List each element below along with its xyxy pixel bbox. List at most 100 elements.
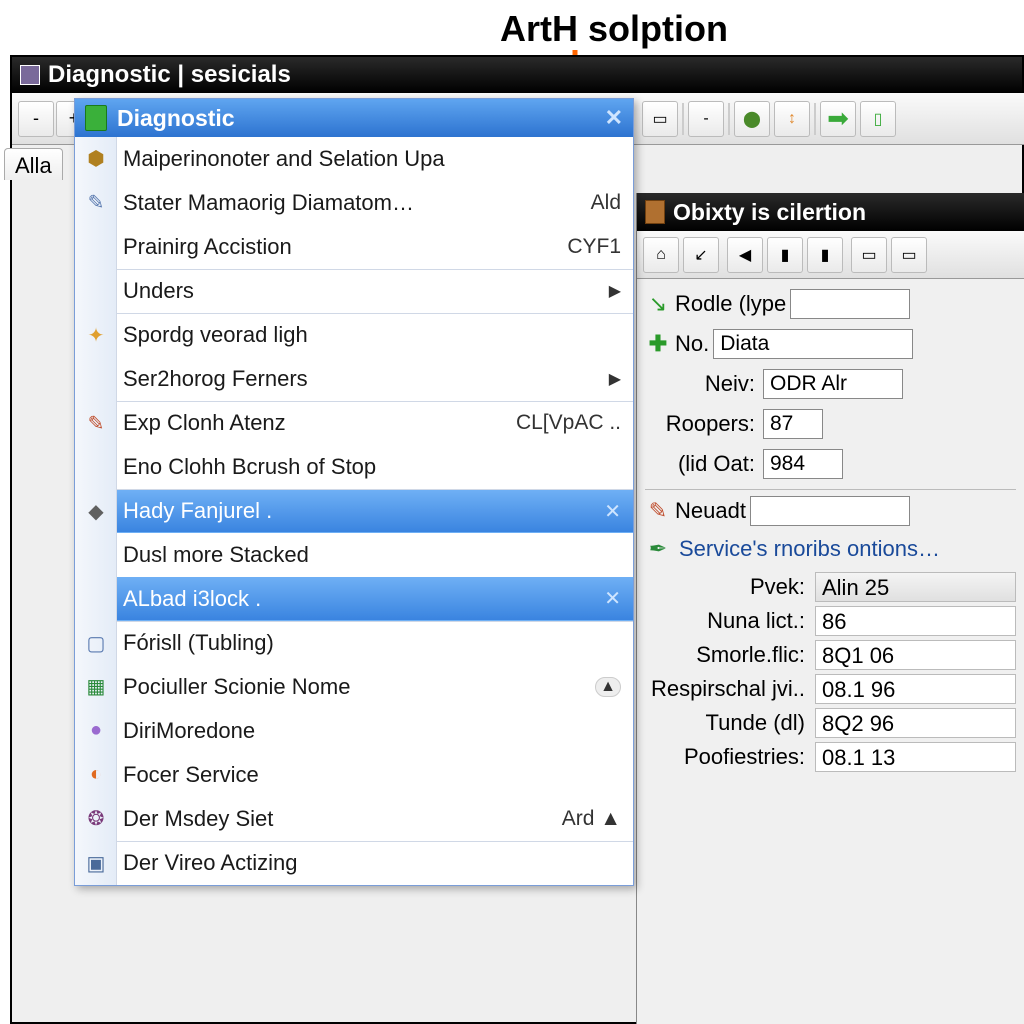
- menu-item-label: Der Vireo Actizing: [117, 850, 621, 876]
- menu-item[interactable]: ⬢Maiperinonoter and Selation Upa: [117, 137, 633, 181]
- ildoat-label: (lid Oat:: [645, 451, 755, 477]
- right-panel-title-bar: Obixty is cilertion: [637, 193, 1024, 231]
- grid-label: Smorle.flic:: [645, 642, 805, 668]
- grid-row: Smorle.flic: 8Q1 06: [645, 640, 1016, 670]
- grid-label: Poofiestries:: [645, 744, 805, 770]
- grid-label: Tunde (dl): [645, 710, 805, 736]
- rp-tool-button[interactable]: ▭: [851, 237, 887, 273]
- toolbar-separator: [682, 103, 684, 135]
- menu-item[interactable]: ▦Pociuller Scionie Nome▲: [117, 665, 633, 709]
- menu-item[interactable]: Ser2horog Ferners▶: [117, 357, 633, 401]
- rp-tool-button[interactable]: ↙: [683, 237, 719, 273]
- diamond-icon: ◆: [75, 490, 117, 532]
- pencil-icon: ✎: [75, 402, 117, 444]
- edit-icon[interactable]: ✎: [645, 498, 671, 524]
- menu-item[interactable]: ✦Spordg veorad ligh: [117, 313, 633, 357]
- toolbar-button[interactable]: -: [18, 101, 54, 137]
- grid-value[interactable]: Alin 25: [815, 572, 1016, 602]
- neiv-input[interactable]: [763, 369, 903, 399]
- menu-item-label: Pociuller Scionie Nome: [117, 674, 595, 700]
- grid-value[interactable]: 8Q1 06: [815, 640, 1016, 670]
- menu-item[interactable]: ALbad i3lock .✕: [117, 577, 633, 621]
- blank-icon: [75, 270, 117, 312]
- menu-item-label: Fórisll (Tubling): [117, 630, 621, 656]
- menu-item[interactable]: ✎Stater Mamaorig Diamatom…Ald: [117, 181, 633, 225]
- menu-item-label: Eno Clohh Bcrush of Stop: [117, 454, 621, 480]
- main-toolbar-right: ▭ - ⬤ ↕ ➡ ▯: [636, 93, 1024, 145]
- menu-item-label: Stater Mamaorig Diamatom…: [117, 190, 583, 216]
- rp-tool-button[interactable]: ▮: [807, 237, 843, 273]
- toolbar-button[interactable]: ▭: [642, 101, 678, 137]
- ball-icon: ●: [75, 709, 117, 752]
- wand-icon: ✎: [75, 181, 117, 224]
- star-icon: ✦: [75, 314, 117, 356]
- firefox-icon: ◐: [75, 753, 117, 796]
- menu-item-label: Maiperinonoter and Selation Upa: [117, 146, 621, 172]
- menu-item-label: Hady Fanjurel .: [117, 498, 604, 524]
- toolbar-button[interactable]: -: [688, 101, 724, 137]
- grid-value[interactable]: 08.1 96: [815, 674, 1016, 704]
- grid-label: Nuna lict.:: [645, 608, 805, 634]
- menu-item-label: Dusl more Stacked: [117, 542, 621, 568]
- menu-item[interactable]: ❂Der Msdey SietArd ▲: [117, 797, 633, 841]
- menu-item[interactable]: Eno Clohh Bcrush of Stop: [117, 445, 633, 489]
- menu-item-label: DiriMoredone: [117, 718, 621, 744]
- square-icon: ▢: [75, 622, 117, 664]
- grid-label: Respirschal jvi..: [645, 676, 805, 702]
- service-options-link[interactable]: Service's rnoribs ontions…: [679, 536, 940, 562]
- menu-shortcut: Ald: [583, 191, 621, 215]
- menu-item-label: Spordg veorad ligh: [117, 322, 621, 348]
- blank-icon: [75, 225, 117, 268]
- menu-item[interactable]: Dusl more Stacked: [117, 533, 633, 577]
- menu-item-label: Exp Clonh Atenz: [117, 410, 508, 436]
- plus-icon[interactable]: ✚: [645, 331, 671, 357]
- close-icon[interactable]: ✕: [604, 499, 621, 524]
- toolbar-button[interactable]: ⬤: [734, 101, 770, 137]
- right-panel-title: Obixty is cilertion: [673, 199, 866, 226]
- menu-item[interactable]: Prainirg AccistionCYF1: [117, 225, 633, 269]
- panel-icon: [645, 200, 665, 224]
- rodle-input[interactable]: [790, 289, 910, 319]
- shield-icon: ⬢: [75, 137, 117, 180]
- blank-icon: [75, 357, 117, 400]
- right-panel-form: ↘ Rodle (lype ✚ No. Neiv: Roopers: (lid …: [637, 279, 1024, 786]
- grid-value[interactable]: 86: [815, 606, 1016, 636]
- neuadt-input[interactable]: [750, 496, 910, 526]
- menu-item[interactable]: ◆Hady Fanjurel .✕: [117, 489, 633, 533]
- rp-tool-button[interactable]: ⌂: [643, 237, 679, 273]
- ildoat-input[interactable]: [763, 449, 843, 479]
- tab-strip: Alla: [4, 148, 63, 180]
- toolbar-arrow-button[interactable]: ➡: [820, 101, 856, 137]
- menu-item[interactable]: ✎Exp Clonh AtenzCL[VpAC ..: [117, 401, 633, 445]
- grid-value[interactable]: 8Q2 96: [815, 708, 1016, 738]
- menu-item[interactable]: ◐Focer Service: [117, 753, 633, 797]
- menu-item[interactable]: ▣Der Vireo Actizing: [117, 841, 633, 885]
- blank-icon: [75, 577, 117, 620]
- toolbar-separator: [728, 103, 730, 135]
- roopers-input[interactable]: [763, 409, 823, 439]
- left-tab[interactable]: Alla: [4, 148, 63, 180]
- rodle-label: Rodle (lype: [675, 291, 786, 317]
- service-icon[interactable]: ✒: [645, 536, 671, 562]
- toolbar-button[interactable]: ▯: [860, 101, 896, 137]
- menu-header: Diagnostic ✕: [75, 99, 633, 137]
- grid-row: Pvek:Alin 25: [645, 572, 1016, 602]
- close-icon[interactable]: ✕: [605, 105, 623, 131]
- rp-tool-button[interactable]: ▭: [891, 237, 927, 273]
- menu-item[interactable]: ●DiriMoredone: [117, 709, 633, 753]
- grid-value[interactable]: 08.1 13: [815, 742, 1016, 772]
- rp-tool-button[interactable]: ▮: [767, 237, 803, 273]
- menu-item[interactable]: ▢Fórisll (Tubling): [117, 621, 633, 665]
- close-icon[interactable]: ✕: [604, 586, 621, 611]
- phone-icon: ↘: [645, 291, 671, 317]
- no-input[interactable]: [713, 329, 913, 359]
- roopers-label: Roopers:: [645, 411, 755, 437]
- title-bar: Diagnostic | sesicials: [12, 57, 1022, 93]
- window-title: Diagnostic | sesicials: [48, 61, 291, 89]
- toolbar-button[interactable]: ↕: [774, 101, 810, 137]
- menu-title: Diagnostic: [117, 105, 235, 132]
- monitor-icon: ▣: [75, 842, 117, 884]
- menu-shortcut: CL[VpAC ..: [508, 411, 621, 435]
- rp-tool-button[interactable]: ◀: [727, 237, 763, 273]
- menu-item[interactable]: Unders▶: [117, 269, 633, 313]
